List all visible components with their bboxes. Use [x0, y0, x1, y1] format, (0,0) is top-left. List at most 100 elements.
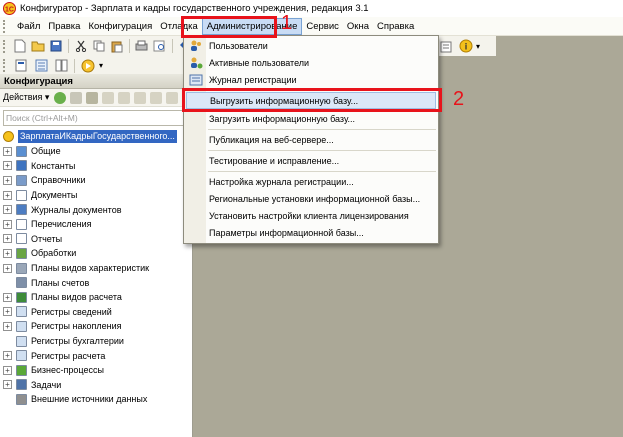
expand-plus-icon[interactable]: + [3, 307, 12, 317]
run-debug-icon[interactable] [80, 58, 96, 74]
tree-item[interactable]: + Журналы документов [0, 202, 192, 217]
annotation-box-1 [181, 16, 277, 38]
expand-plus-icon[interactable]: + [3, 321, 12, 331]
menu-grip[interactable] [3, 19, 9, 33]
tree-item[interactable]: + Документы [0, 188, 192, 203]
tree-item[interactable]: + Справочники [0, 173, 192, 188]
menu-windows[interactable]: Окна [343, 18, 373, 35]
expand-plus-icon[interactable]: + [3, 219, 12, 229]
menu-file[interactable]: Файл [13, 18, 44, 35]
sort-icon[interactable] [166, 91, 179, 104]
expand-plus-icon[interactable]: + [3, 380, 12, 390]
search-input[interactable]: Поиск (Ctrl+Alt+M) [3, 110, 189, 126]
info-icon[interactable]: i [458, 38, 474, 54]
administration-menu: Пользователи Активные пользователи Журна… [183, 35, 439, 244]
expand-plus-icon[interactable]: + [3, 248, 12, 258]
tree-item-label: Общие [31, 146, 61, 157]
tree-item-label: Регистры накопления [31, 321, 122, 332]
menu-service[interactable]: Сервис [302, 18, 343, 35]
tree-item-label: Задачи [31, 379, 62, 390]
expand-plus-icon[interactable]: + [3, 234, 12, 244]
tree-item-label: Внешние источники данных [31, 394, 148, 405]
expand-plus-icon[interactable]: + [3, 351, 12, 361]
move-down-icon[interactable] [150, 91, 163, 104]
cut-icon[interactable] [74, 38, 88, 54]
expand-plus-icon[interactable]: + [3, 292, 12, 302]
tree-item[interactable]: + Планы видов характеристик [0, 261, 192, 276]
menu-configuration[interactable]: Конфигурация [84, 18, 156, 35]
menu-item-license-client-settings[interactable]: Установить настройки клиента лицензирова… [186, 207, 436, 224]
tree-item-label: Константы [31, 160, 76, 171]
menu-item-web-publishing[interactable]: Публикация на веб-сервере... [186, 131, 436, 148]
external-data-sources-icon [16, 393, 27, 405]
menu-separator [208, 129, 436, 130]
open-folder-icon[interactable] [31, 38, 45, 54]
toolbar-grip[interactable] [3, 39, 9, 53]
tree-item[interactable]: + Регистры расчета [0, 348, 192, 363]
open-configuration-icon[interactable] [13, 58, 29, 74]
actions-menu-button[interactable]: Действия ▾ [3, 92, 49, 103]
new-file-icon[interactable] [13, 38, 27, 54]
update-configuration-icon[interactable] [33, 58, 49, 74]
menu-item-regional-settings[interactable]: Региональные установки информационной ба… [186, 190, 436, 207]
print-icon[interactable] [135, 38, 149, 54]
tree-item[interactable]: Планы счетов [0, 275, 192, 290]
expand-plus-icon[interactable]: + [3, 190, 12, 200]
users-icon [189, 39, 203, 53]
catalogs-icon [16, 174, 27, 186]
delete-icon[interactable] [102, 91, 115, 104]
menu-item-event-log-settings[interactable]: Настройка журнала регистрации... [186, 173, 436, 190]
tree-item[interactable]: + Обработки [0, 246, 192, 261]
expand-plus-icon[interactable]: + [3, 263, 12, 273]
syntax-helper-icon[interactable] [438, 38, 454, 54]
tree-item[interactable]: + Константы [0, 159, 192, 174]
save-icon[interactable] [49, 38, 63, 54]
tree-item-label: Бизнес-процессы [31, 365, 104, 376]
compare-configurations-icon[interactable] [53, 58, 69, 74]
svg-text:i: i [465, 42, 468, 52]
menu-item-infobase-parameters[interactable]: Параметры информационной базы... [186, 224, 436, 241]
tree-item[interactable]: + Перечисления [0, 217, 192, 232]
menu-item-event-log[interactable]: Журнал регистрации [186, 71, 436, 88]
paste-icon[interactable] [110, 38, 124, 54]
run-dropdown-arrow-icon[interactable]: ▾ [99, 61, 103, 70]
expand-plus-icon[interactable]: + [3, 175, 12, 185]
tree-item-label: Планы видов расчета [31, 292, 122, 303]
add-group-icon[interactable] [70, 91, 83, 104]
tree-item[interactable]: + Бизнес-процессы [0, 363, 192, 378]
menu-item-users[interactable]: Пользователи [186, 37, 436, 54]
tree-item[interactable]: + Задачи [0, 378, 192, 393]
move-up-icon[interactable] [134, 91, 147, 104]
tree-item[interactable]: + Отчеты [0, 232, 192, 247]
menu-bar: Файл Правка Конфигурация Отладка Админис… [0, 17, 623, 36]
document-journals-icon [16, 204, 27, 216]
add-icon[interactable] [54, 91, 67, 104]
preview-icon[interactable] [153, 38, 167, 54]
menu-help[interactable]: Справка [373, 18, 418, 35]
tree-item[interactable]: + Планы видов расчета [0, 290, 192, 305]
edit-icon[interactable] [86, 91, 99, 104]
expand-plus-icon[interactable]: + [3, 205, 12, 215]
expand-plus-icon[interactable]: + [3, 365, 12, 375]
info-dropdown-arrow-icon[interactable]: ▾ [476, 42, 480, 51]
properties-icon[interactable] [118, 91, 131, 104]
expand-plus-icon[interactable]: + [3, 161, 12, 171]
expand-plus-icon[interactable]: + [3, 146, 12, 156]
menu-item-active-users[interactable]: Активные пользователи [186, 54, 436, 71]
toolbar-grip[interactable] [3, 59, 9, 72]
configuration-tree: ЗарплатаИКадрыГосударственного... + Общие… [0, 129, 192, 407]
tree-item[interactable]: + Регистры сведений [0, 305, 192, 320]
reports-icon [16, 233, 27, 245]
tree-root[interactable]: ЗарплатаИКадрыГосударственного... [0, 129, 192, 144]
1c-app-icon: 1C [3, 2, 16, 15]
tree-item[interactable]: Внешние источники данных [0, 392, 192, 407]
tree-item[interactable]: + Общие [0, 144, 192, 159]
tree-item[interactable]: Регистры бухгалтерии [0, 334, 192, 349]
tree-item[interactable]: + Регистры накопления [0, 319, 192, 334]
charts-of-accounts-icon [16, 277, 27, 289]
menu-item-test-and-repair[interactable]: Тестирование и исправление... [186, 152, 436, 169]
menu-item-import-infobase[interactable]: Загрузить информационную базу... [186, 110, 436, 127]
copy-icon[interactable] [92, 38, 106, 54]
configuration-toolbar: ▾ [0, 56, 194, 76]
menu-edit[interactable]: Правка [44, 18, 84, 35]
